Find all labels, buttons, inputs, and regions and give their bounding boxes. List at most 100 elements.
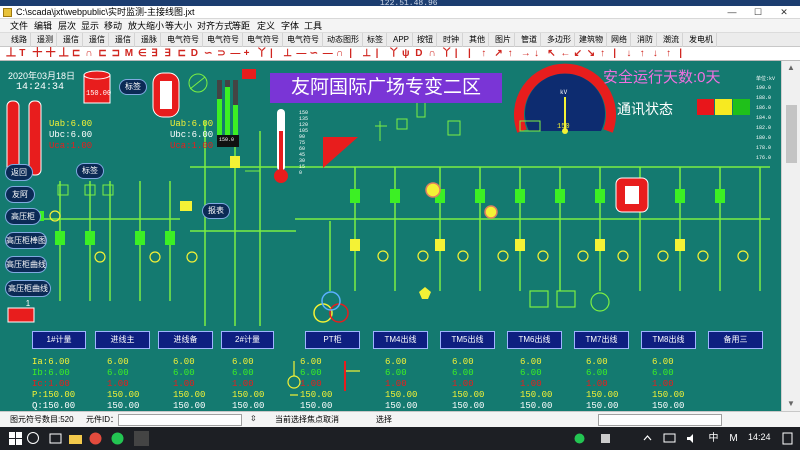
palette-symbol[interactable]: 丫 — [442, 48, 452, 60]
tray-network-icon[interactable] — [572, 431, 587, 446]
palette-symbol[interactable]: ⊏ — [72, 48, 80, 60]
palette-symbol[interactable]: ⊃ — [217, 48, 225, 60]
palette-symbol[interactable]: ∈ — [138, 48, 147, 60]
file-explorer-icon[interactable] — [68, 431, 83, 446]
tray-app-icon[interactable] — [598, 431, 613, 446]
tab-polygon[interactable]: 多边形 — [544, 33, 575, 47]
back-button[interactable]: 返回 — [5, 164, 33, 181]
menu-move[interactable]: 移动 — [104, 19, 122, 33]
palette-symbol[interactable]: ↗ — [494, 48, 502, 60]
palette-symbol[interactable]: ∃ — [151, 48, 157, 60]
palette-symbol[interactable]: ∩ — [85, 48, 92, 60]
tab-dynamic-graphics[interactable]: 动态图形 — [324, 33, 363, 47]
tab-other[interactable]: 其他 — [466, 33, 489, 47]
palette-symbol[interactable]: ← — [560, 48, 570, 60]
palette-symbol[interactable]: ⊏ — [178, 48, 186, 60]
palette-symbol[interactable]: | — [376, 48, 379, 60]
tray-network-status-icon[interactable] — [662, 431, 677, 446]
tray-input-mode-icon[interactable]: M — [726, 431, 741, 446]
palette-symbol[interactable]: ∃ — [164, 48, 170, 60]
palette-symbol[interactable]: 十 — [46, 48, 56, 60]
scroll-up-icon[interactable]: ▲ — [787, 63, 795, 72]
palette-symbol[interactable]: — — [323, 48, 333, 60]
hv-cabinet-button[interactable]: 高压柜 — [5, 208, 41, 225]
palette-symbol[interactable]: T — [19, 48, 25, 60]
feeder-spare-3[interactable]: 备用三 — [708, 331, 763, 349]
palette-symbol[interactable]: 丄 — [6, 48, 16, 60]
minimize-button[interactable]: — — [720, 6, 744, 19]
menu-edit[interactable]: 编辑 — [34, 19, 52, 33]
palette-symbol[interactable]: ↙ — [574, 48, 582, 60]
tray-volume-icon[interactable] — [684, 431, 699, 446]
tab-pipe[interactable]: 管道 — [518, 33, 541, 47]
tab-label[interactable]: 标签 — [364, 33, 387, 47]
palette-symbol[interactable]: ↑ — [481, 48, 486, 60]
menu-view[interactable]: 显示 — [81, 19, 99, 33]
palette-symbol[interactable]: M — [125, 48, 133, 60]
palette-symbol[interactable]: ⊏ — [98, 48, 106, 60]
palette-symbol[interactable]: ↓ — [653, 48, 658, 60]
menu-file[interactable]: 文件 — [10, 19, 28, 33]
tab-telesignal-2[interactable]: 遥信 — [86, 33, 109, 47]
palette-symbol[interactable]: ⊐ — [112, 48, 120, 60]
feeder-1-meter[interactable]: 1#计量 — [32, 331, 86, 349]
element-id-field[interactable] — [118, 414, 242, 426]
feeder-pt-cabinet[interactable]: PT柜 — [305, 331, 360, 349]
scroll-thumb[interactable] — [786, 105, 797, 163]
palette-symbol[interactable]: ∩ — [336, 48, 343, 60]
palette-symbol[interactable]: ↑ — [508, 48, 513, 60]
palette-symbol[interactable]: ↑ — [640, 48, 645, 60]
tab-generator[interactable]: 发电机 — [686, 33, 717, 47]
menu-same-size[interactable]: 等大小 — [165, 19, 192, 33]
tab-network[interactable]: 网络 — [608, 33, 631, 47]
tab-electric-symbol-3[interactable]: 电气符号 — [244, 33, 283, 47]
palette-symbol[interactable]: — — [230, 48, 240, 60]
label-pill-2[interactable]: 标签 — [76, 163, 104, 179]
palette-symbol[interactable]: | — [613, 48, 616, 60]
menu-define[interactable]: 定义 — [257, 19, 275, 33]
feeder-backup-incoming[interactable]: 进线备 — [158, 331, 213, 349]
tab-app[interactable]: APP — [390, 33, 414, 47]
palette-symbol[interactable]: ∽ — [204, 48, 212, 60]
palette-symbol[interactable]: 丫 — [389, 48, 399, 60]
palette-symbol[interactable]: ↓ — [626, 48, 631, 60]
feeder-2-meter[interactable]: 2#计量 — [221, 331, 274, 349]
app-icon-green[interactable] — [110, 431, 125, 446]
scada-app-icon[interactable] — [134, 431, 149, 446]
scroll-down-icon[interactable]: ▼ — [787, 399, 795, 408]
palette-symbol[interactable]: 丫 — [257, 48, 267, 60]
feeder-tm6[interactable]: TM6出线 — [507, 331, 562, 349]
tab-image[interactable]: 图片 — [492, 33, 515, 47]
vertical-scrollbar[interactable]: ▲ ▼ — [781, 61, 800, 411]
menu-spacing[interactable]: 等距 — [232, 19, 250, 33]
windows-start-icon[interactable] — [8, 431, 23, 446]
hv-curve-button[interactable]: 高压柜曲线 — [5, 256, 47, 273]
palette-symbol[interactable]: 丄 — [59, 48, 69, 60]
hv-curve-1-button[interactable]: 高压柜曲线1 — [5, 280, 51, 308]
label-pill-1[interactable]: 标签 — [119, 79, 147, 95]
palette-symbol[interactable]: D — [191, 48, 198, 60]
menu-tools[interactable]: 工具 — [304, 19, 322, 33]
palette-symbol[interactable]: → — [521, 48, 531, 60]
tab-electric-symbol-2[interactable]: 电气符号 — [204, 33, 243, 47]
feeder-tm5[interactable]: TM5出线 — [440, 331, 495, 349]
menu-align[interactable]: 对齐方式 — [197, 19, 233, 33]
tab-line[interactable]: 线路 — [8, 33, 31, 47]
select-field[interactable] — [598, 414, 722, 426]
palette-symbol[interactable]: ψ — [402, 48, 410, 60]
palette-symbol[interactable]: ∩ — [428, 48, 435, 60]
maximize-button[interactable]: ☐ — [746, 6, 770, 19]
tab-pulse[interactable]: 遥脉 — [138, 33, 161, 47]
palette-symbol[interactable]: | — [468, 48, 471, 60]
menu-font[interactable]: 字体 — [281, 19, 299, 33]
notification-icon[interactable] — [780, 431, 795, 446]
palette-symbol[interactable]: | — [679, 48, 682, 60]
tab-button[interactable]: 按钮 — [414, 33, 437, 47]
palette-symbol[interactable]: + — [244, 48, 250, 60]
tab-fire[interactable]: 消防 — [634, 33, 657, 47]
tab-clock[interactable]: 时钟 — [440, 33, 463, 47]
palette-symbol[interactable]: ↑ — [666, 48, 671, 60]
tab-telesignal-1[interactable]: 遥信 — [60, 33, 83, 47]
tray-chevron-icon[interactable] — [640, 431, 655, 446]
palette-symbol[interactable]: ↓ — [534, 48, 539, 60]
